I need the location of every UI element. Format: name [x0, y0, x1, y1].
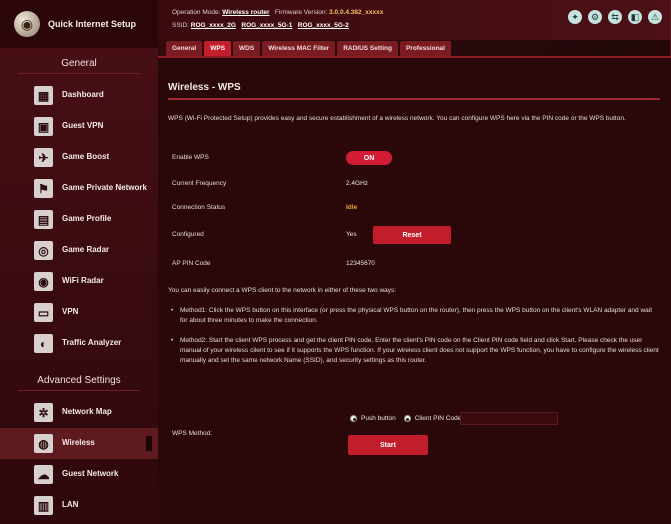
bullet: • [171, 307, 174, 314]
wps-method-label: WPS Method: [172, 430, 213, 437]
tab-professional[interactable]: Professional [399, 41, 451, 56]
firmware-label: Firmware Version: [274, 9, 328, 16]
method1-text: • Method1: Click the WPS button on this … [171, 306, 660, 326]
ssid-5g-1[interactable]: ROG_xxxx_5G-1 [241, 22, 292, 29]
sidebar-item-lan[interactable]: ▥ LAN [0, 490, 158, 521]
operation-mode-label: Operation Mode: [172, 9, 221, 16]
sidebar-item-label: Guest Network [62, 469, 119, 479]
sidebar-item-dashboard[interactable]: ▦ Dashboard [0, 80, 158, 111]
guest-network-icon: ☁ [34, 465, 53, 484]
sidebar-item-vpn[interactable]: ▭ VPN [0, 297, 158, 328]
client-pin-radio[interactable] [403, 415, 411, 422]
sidebar-item-label: Game Private Network [62, 183, 147, 193]
current-frequency-value: 2.4GHz [346, 180, 369, 187]
sidebar-item-game-radar[interactable]: ◎ Game Radar [0, 235, 158, 266]
sidebar-item-label: Network Map [62, 407, 112, 417]
sidebar-item-wifi-radar[interactable]: ◉ WiFi Radar [0, 266, 158, 297]
sidebar-item-label: Game Boost [62, 152, 110, 162]
app-status-icon[interactable]: ◧ [628, 10, 642, 24]
sidebar-item-game-private-network[interactable]: ⚑ Game Private Network [0, 173, 158, 204]
sidebar-item-label: Guest VPN [62, 121, 104, 131]
sidebar-item-label: Traffic Analyzer [62, 338, 122, 348]
internet-status-icon[interactable]: ⚙ [588, 10, 602, 24]
sidebar-item-label: WiFi Radar [62, 276, 104, 286]
operation-mode-line: Operation Mode: Wireless router Firmware… [172, 9, 383, 16]
wifi-radar-icon: ◉ [34, 272, 53, 291]
tab-wireless-mac-filter[interactable]: Wireless MAC Filter [262, 41, 336, 56]
sidebar-item-game-profile[interactable]: ▤ Game Profile [0, 204, 158, 235]
sidebar-item-label: Game Radar [62, 245, 110, 255]
current-frequency-label: Current Frequency [172, 180, 227, 187]
ssid-5g-2[interactable]: ROG_xxxx_5G-2 [298, 22, 349, 29]
start-button[interactable]: Start [348, 435, 428, 455]
connection-status-label: Connection Status [172, 204, 226, 211]
quick-internet-setup-label: Quick Internet Setup [48, 19, 137, 29]
network-map-icon: ✲ [34, 403, 53, 422]
configured-value: Yes [346, 231, 357, 238]
client-pin-label: Client PIN Code: [414, 415, 464, 422]
intro-paragraph: You can easily connect a WPS client to t… [168, 287, 397, 294]
method1-body: Method1: Click the WPS button on this in… [180, 307, 653, 324]
firmware-value[interactable]: 3.0.0.4.382_xxxxx [329, 9, 383, 16]
tab-wps[interactable]: WPS [204, 41, 232, 56]
sidebar: ◉ Quick Internet Setup General ▦ Dashboar… [0, 0, 158, 524]
advanced-settings-heading: Advanced Settings [18, 365, 140, 391]
tab-radius-setting[interactable]: RADIUS Setting [337, 41, 398, 56]
quick-internet-setup[interactable]: ◉ Quick Internet Setup [0, 0, 158, 48]
enable-wps-label: Enable WPS [172, 154, 209, 161]
lan-icon: ▥ [34, 496, 53, 515]
ssid-line: SSID: ROG_xxxx_2G ROG_xxxx_5G-1 ROG_xxxx… [172, 22, 349, 29]
sidebar-item-label: VPN [62, 307, 79, 317]
client-pin-input[interactable] [460, 412, 558, 425]
guest-vpn-icon: ▣ [34, 117, 53, 136]
connection-status-value: Idle [346, 204, 358, 211]
vpn-icon: ▭ [34, 303, 53, 322]
method2-body: Method2: Start the client WPS process an… [180, 337, 659, 364]
method2-text: • Method2: Start the client WPS process … [171, 336, 660, 366]
wps-method-options: Push button Client PIN Code: [350, 415, 463, 422]
notification-icon[interactable]: ⚠ [648, 10, 662, 24]
game-private-network-icon: ⚑ [34, 179, 53, 198]
push-button-label: Push button [361, 415, 396, 422]
enable-wps-toggle[interactable]: ON [346, 151, 392, 165]
bullet: • [171, 337, 174, 344]
general-heading: General [18, 48, 140, 74]
page-title: Wireless - WPS [168, 82, 241, 93]
wifi-status-icon[interactable]: ✦ [568, 10, 582, 24]
globe-icon: ◉ [14, 11, 40, 37]
sidebar-item-wireless[interactable]: ◍ Wireless [0, 428, 158, 459]
sidebar-item-guest-vpn[interactable]: ▣ Guest VPN [0, 111, 158, 142]
sidebar-item-network-map[interactable]: ✲ Network Map [0, 397, 158, 428]
ap-pin-code-label: AP PIN Code [172, 260, 211, 267]
page-description: WPS (Wi-Fi Protected Setup) provides eas… [168, 115, 626, 122]
usb-status-icon[interactable]: ⇆ [608, 10, 622, 24]
wps-panel: Wireless - WPS WPS (Wi-Fi Protected Setu… [158, 56, 671, 524]
ap-pin-code-value: 12345670 [346, 260, 375, 267]
tab-general[interactable]: General [166, 41, 203, 56]
tab-wds[interactable]: WDS [233, 41, 261, 56]
dashboard-icon: ▦ [34, 86, 53, 105]
wireless-tabs: General WPS WDS Wireless MAC Filter RADI… [158, 40, 670, 56]
ssid-2g[interactable]: ROG_xxxx_2G [191, 22, 236, 29]
sidebar-item-traffic-analyzer[interactable]: ◐ Traffic Analyzer [0, 328, 158, 359]
traffic-analyzer-icon: ◐ [34, 334, 53, 353]
wireless-icon: ◍ [34, 434, 53, 453]
sidebar-item-guest-network[interactable]: ☁ Guest Network [0, 459, 158, 490]
push-button-radio[interactable] [350, 415, 357, 422]
status-header: Operation Mode: Wireless router Firmware… [158, 0, 670, 40]
game-radar-icon: ◎ [34, 241, 53, 260]
sidebar-item-label: LAN [62, 500, 79, 510]
ssid-label: SSID: [172, 22, 189, 29]
reset-button[interactable]: Reset [373, 226, 451, 244]
sidebar-item-game-boost[interactable]: ✈ Game Boost [0, 142, 158, 173]
sidebar-item-label: Wireless [62, 438, 95, 448]
configured-label: Configured [172, 231, 204, 238]
sidebar-item-label: Game Profile [62, 214, 112, 224]
game-boost-icon: ✈ [34, 148, 53, 167]
sidebar-item-label: Dashboard [62, 90, 104, 100]
game-profile-icon: ▤ [34, 210, 53, 229]
header-status-icons: ✦ ⚙ ⇆ ◧ ⚠ [568, 10, 662, 24]
operation-mode-link[interactable]: Wireless router [222, 9, 269, 16]
title-divider [168, 98, 660, 100]
